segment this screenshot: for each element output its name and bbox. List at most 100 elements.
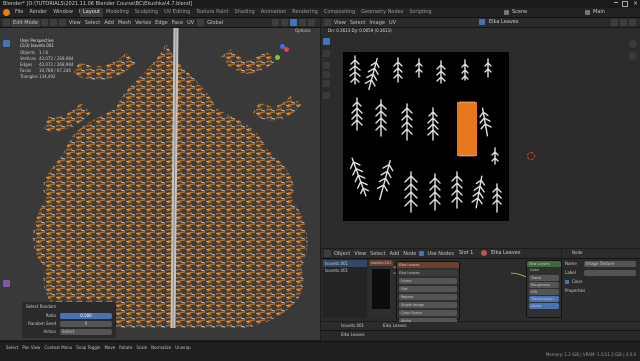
extrude-tool-icon[interactable] [3, 136, 10, 143]
extension-dropdown[interactable]: Repeat [399, 294, 457, 300]
list-item[interactable]: Isavets.001 [323, 267, 367, 274]
material-icon[interactable] [481, 250, 487, 256]
edge-select-icon[interactable] [49, 19, 57, 26]
breadcrumb-object[interactable]: Isavets.001 [341, 324, 364, 328]
menu-vertex[interactable]: Vertex [133, 19, 153, 27]
pan-icon[interactable] [299, 64, 307, 72]
uv-grab-tool-icon[interactable] [323, 92, 330, 99]
tab-modeling[interactable]: Modeling [103, 8, 132, 17]
edge-slide-tool-icon[interactable] [3, 208, 10, 215]
node-name-field[interactable]: Image Texture [584, 261, 636, 267]
transform-orientation[interactable]: Global [205, 19, 225, 27]
add-cube-tool-icon[interactable] [3, 124, 10, 131]
tab-uv-editing[interactable]: UV Editing [161, 8, 193, 17]
rotate-tool-icon[interactable] [3, 73, 10, 80]
node-row[interactable]: IOR [529, 289, 559, 295]
projection-dropdown[interactable]: Flat [399, 286, 457, 292]
pan-icon[interactable] [629, 52, 637, 60]
tab-animation[interactable]: Animation [258, 8, 290, 17]
principled-bsdf-node[interactable]: Elka Leaves Color Transl Roughness IOR T… [527, 261, 561, 317]
move-tool-icon[interactable] [3, 64, 10, 71]
breadcrumb-material[interactable]: Elka Leaves [383, 324, 407, 328]
menu-uv[interactable]: UV [185, 19, 196, 27]
image-node[interactable]: Isavets.001 [369, 260, 393, 318]
uv-editor[interactable]: View Select Image UV Elka Leaves Dn: 0.3613… [321, 18, 640, 248]
menu-add[interactable]: Add [102, 19, 116, 27]
image-selector[interactable]: Elka Leaves [399, 270, 457, 276]
bevel-tool-icon[interactable] [3, 154, 10, 161]
menu-mesh[interactable]: Mesh [116, 19, 133, 27]
select-box-tool-icon[interactable] [3, 40, 10, 47]
slot-selector[interactable]: Slot 1 [459, 251, 473, 256]
color-checkbox[interactable] [565, 280, 569, 284]
uv-select-tool-icon[interactable] [323, 38, 330, 45]
node-row[interactable]: Transmission [529, 296, 559, 302]
tab-geometry-nodes[interactable]: Geometry Nodes [358, 8, 406, 17]
shear-tool-icon[interactable] [3, 226, 10, 233]
view-layer-selector[interactable]: Main [593, 10, 605, 15]
uv-move-tool-icon[interactable] [323, 62, 330, 69]
display-channels-icon[interactable] [629, 19, 636, 26]
perspective-toggle-icon[interactable] [299, 88, 307, 96]
menu-window[interactable]: Window [50, 8, 76, 17]
blender-logo-icon[interactable] [3, 9, 10, 16]
menu-view[interactable]: View [352, 250, 368, 258]
menu-add[interactable]: Add [388, 250, 402, 258]
interpolation-dropdown[interactable]: Linear [399, 278, 457, 284]
annotate-tool-icon[interactable] [3, 103, 10, 110]
tab-rendering[interactable]: Rendering [289, 8, 321, 17]
uv-rotate-tool-icon[interactable] [323, 71, 330, 78]
tab-texture-paint[interactable]: Texture Paint [193, 8, 231, 17]
camera-view-icon[interactable] [299, 76, 307, 84]
object-selector[interactable]: Object [332, 250, 352, 258]
editor-type-icon[interactable] [324, 250, 331, 257]
tab-shading[interactable]: Shading [231, 8, 257, 17]
action-dropdown[interactable]: Select [60, 329, 112, 335]
navigation-gizmo[interactable] [272, 44, 292, 64]
spin-tool-icon[interactable] [3, 190, 10, 197]
menu-select[interactable]: Select [83, 19, 102, 27]
close-icon[interactable]: × [633, 1, 638, 7]
poly-build-tool-icon[interactable] [3, 181, 10, 188]
list-item[interactable]: Isavets.001 [323, 260, 367, 267]
axis-y-icon[interactable] [275, 55, 280, 60]
menu-select[interactable]: Select [348, 19, 367, 27]
knife-tool-icon[interactable] [3, 172, 10, 179]
seed-field[interactable]: 0 [60, 321, 112, 327]
measure-tool-icon[interactable] [3, 112, 10, 119]
menu-uv[interactable]: UV [387, 19, 398, 27]
transform-orientation-icon[interactable] [197, 19, 205, 26]
menu-face[interactable]: Face [170, 19, 185, 27]
menu-node[interactable]: Node [401, 250, 418, 258]
menu-image[interactable]: Image [367, 19, 387, 27]
material-shading-icon[interactable] [299, 19, 306, 26]
editor-type-icon[interactable] [3, 19, 10, 26]
ratio-slider[interactable]: 0.500 [60, 313, 112, 319]
selected-uv-island[interactable] [457, 102, 477, 156]
rip-region-tool-icon[interactable] [3, 235, 10, 242]
minimize-icon[interactable] [614, 2, 618, 3]
zoom-icon[interactable] [299, 52, 307, 60]
color-space-dropdown[interactable]: Color Space [399, 310, 457, 316]
vertex-group-icon[interactable] [3, 280, 10, 287]
image-icon[interactable] [479, 19, 485, 25]
source-dropdown[interactable]: Single Image [399, 302, 457, 308]
loop-cut-tool-icon[interactable] [3, 163, 10, 170]
cursor-tool-icon[interactable] [3, 52, 10, 59]
menu-view[interactable]: View [67, 19, 83, 27]
tab-sculpting[interactable]: Sculpting [132, 8, 161, 17]
axis-z-icon[interactable] [280, 44, 285, 49]
axis-x-icon[interactable] [284, 47, 289, 52]
vertex-select-icon[interactable] [40, 19, 48, 26]
image-name-field[interactable]: Elka Leaves [489, 20, 519, 25]
scale-tool-icon[interactable] [3, 82, 10, 89]
node-label-field[interactable] [584, 270, 636, 276]
node-row[interactable]: Transl [529, 275, 559, 281]
menu-file[interactable]: File [12, 8, 26, 17]
sync-selection-icon[interactable] [611, 19, 618, 26]
menu-render[interactable]: Render [26, 8, 50, 17]
smooth-tool-icon[interactable] [3, 199, 10, 206]
tab-scripting[interactable]: Scripting [406, 8, 434, 17]
properties-panel-label[interactable]: Properties [565, 289, 585, 293]
maximize-icon[interactable] [622, 1, 628, 7]
